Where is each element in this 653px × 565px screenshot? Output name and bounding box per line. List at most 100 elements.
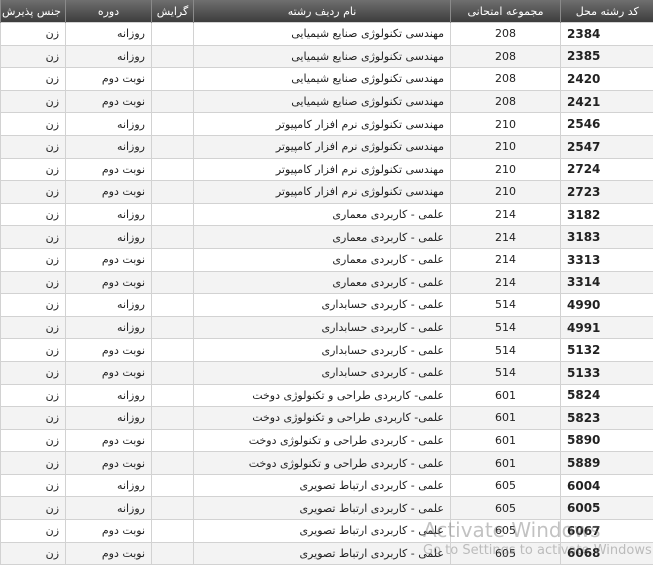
cell-field-name: مهندسی تکنولوژی صنایع شیمیایی [193, 22, 451, 46]
cell-code: 4991 [560, 315, 653, 340]
cell-gender: زن [0, 315, 66, 340]
table-row[interactable]: 3313 214 علمی - کاربردی معماری نوبت دوم زن [0, 247, 653, 272]
cell-shift: نوبت دوم [65, 180, 152, 204]
cell-field-name: علمی - کاربردی معماری [193, 202, 451, 227]
cell-code: 2420 [560, 67, 653, 91]
cell-gender: زن [0, 360, 66, 385]
cell-gender: زن [0, 247, 66, 272]
header-exam-group[interactable]: مجموعه امتحانی [450, 0, 561, 23]
table-row[interactable]: 2421 208 مهندسی تکنولوژی صنایع شیمیایی نوبت… [0, 89, 653, 114]
cell-shift: روزانه [65, 315, 152, 340]
cell-code: 5823 [560, 406, 653, 430]
cell-field-name: مهندسی تکنولوژی نرم افزار کامپیوتر [193, 112, 451, 136]
cell-track [151, 383, 194, 408]
cell-exam-group: 210 [450, 157, 561, 182]
cell-exam-group: 601 [450, 406, 561, 430]
cell-track [151, 134, 194, 159]
cell-field-name: علمی - کاربردی طراحی و تکنولوژی دوخت [193, 451, 451, 475]
table-row[interactable]: 2724 210 مهندسی تکنولوژی نرم افزار کامپیوت… [0, 157, 653, 182]
cell-gender: زن [0, 202, 66, 227]
cell-exam-group: 208 [450, 22, 561, 46]
cell-exam-group: 514 [450, 338, 561, 362]
table-row[interactable]: 5824 601 علمی- کاربردی طراحی و تکنولوژی دو… [0, 383, 653, 408]
header-field-name[interactable]: نام ردیف رشته [193, 0, 451, 23]
table-row[interactable]: 2547 210 مهندسی تکنولوژی نرم افزار کامپیوت… [0, 134, 653, 159]
table-row[interactable]: 6067 605 علمی - کاربردی ارتباط تصویری نوبت … [0, 519, 653, 543]
table-row[interactable]: 4990 514 علمی - کاربردی حسابداری روزانه زن [0, 293, 653, 317]
cell-gender: زن [0, 270, 66, 295]
table-row[interactable]: 5823 601 علمی- کاربردی طراحی و تکنولوژی دو… [0, 406, 653, 430]
cell-code: 2384 [560, 22, 653, 46]
cell-code: 5824 [560, 383, 653, 408]
cell-gender: زن [0, 89, 66, 114]
header-gender[interactable]: جنس پذیرش [0, 0, 66, 23]
cell-gender: زن [0, 44, 66, 69]
cell-code: 3182 [560, 202, 653, 227]
header-shift[interactable]: دوره [65, 0, 152, 23]
table-row[interactable]: 2420 208 مهندسی تکنولوژی صنایع شیمیایی نوبت… [0, 67, 653, 91]
cell-gender: زن [0, 134, 66, 159]
cell-shift: نوبت دوم [65, 67, 152, 91]
table-row[interactable]: 5132 514 علمی - کاربردی حسابداری نوبت دوم زن [0, 338, 653, 362]
table-row[interactable]: 2384 208 مهندسی تکنولوژی صنایع شیمیایی روزا… [0, 22, 653, 46]
cell-gender: زن [0, 519, 66, 543]
cell-shift: روزانه [65, 134, 152, 159]
cell-code: 2723 [560, 180, 653, 204]
cell-field-name: علمی - کاربردی معماری [193, 270, 451, 295]
cell-shift: نوبت دوم [65, 541, 152, 565]
cell-track [151, 247, 194, 272]
cell-gender: زن [0, 67, 66, 91]
table-row[interactable]: 3183 214 علمی - کاربردی معماری روزانه زن [0, 225, 653, 249]
cell-gender: زن [0, 293, 66, 317]
cell-field-name: مهندسی تکنولوژی نرم افزار کامپیوتر [193, 180, 451, 204]
table-row[interactable]: 4991 514 علمی - کاربردی حسابداری روزانه زن [0, 315, 653, 340]
table-row[interactable]: 2546 210 مهندسی تکنولوژی نرم افزار کامپیوت… [0, 112, 653, 136]
cell-gender: زن [0, 225, 66, 249]
cell-code: 5132 [560, 338, 653, 362]
cell-shift: روزانه [65, 383, 152, 408]
table-row[interactable]: 5133 514 علمی - کاربردی حسابداری نوبت دوم زن [0, 360, 653, 385]
cell-track [151, 202, 194, 227]
table-header-row: کد رشته محل مجموعه امتحانی نام ردیف رشته… [0, 0, 653, 23]
cell-shift: نوبت دوم [65, 270, 152, 295]
cell-exam-group: 514 [450, 360, 561, 385]
cell-code: 5890 [560, 428, 653, 453]
cell-code: 2724 [560, 157, 653, 182]
cell-shift: نوبت دوم [65, 247, 152, 272]
table-row[interactable]: 3182 214 علمی - کاربردی معماری روزانه زن [0, 202, 653, 227]
table-row[interactable]: 6004 605 علمی - کاربردی ارتباط تصویری روزان… [0, 473, 653, 498]
table-row[interactable]: 6005 605 علمی - کاربردی ارتباط تصویری روزان… [0, 496, 653, 521]
table-row[interactable]: 3314 214 علمی - کاربردی معماری نوبت دوم زن [0, 270, 653, 295]
header-track[interactable]: گرایش [151, 0, 194, 23]
cell-code: 6005 [560, 496, 653, 521]
cell-track [151, 338, 194, 362]
table-row[interactable]: 2385 208 مهندسی تکنولوژی صنایع شیمیایی روزا… [0, 44, 653, 69]
cell-exam-group: 605 [450, 519, 561, 543]
header-code[interactable]: کد رشته محل [560, 0, 653, 23]
cell-gender: زن [0, 428, 66, 453]
table-row[interactable]: 5889 601 علمی - کاربردی طراحی و تکنولوژی د… [0, 451, 653, 475]
cell-exam-group: 214 [450, 202, 561, 227]
cell-track [151, 428, 194, 453]
cell-gender: زن [0, 157, 66, 182]
table-row[interactable]: 5890 601 علمی - کاربردی طراحی و تکنولوژی د… [0, 428, 653, 453]
cell-shift: روزانه [65, 406, 152, 430]
cell-shift: روزانه [65, 202, 152, 227]
table-row[interactable]: 6068 605 علمی - کاربردی ارتباط تصویری نوبت … [0, 541, 653, 565]
table-row[interactable]: 2723 210 مهندسی تکنولوژی نرم افزار کامپیوت… [0, 180, 653, 204]
cell-shift: روزانه [65, 225, 152, 249]
cell-field-name: علمی - کاربردی حسابداری [193, 338, 451, 362]
cell-track [151, 293, 194, 317]
cell-field-name: علمی - کاربردی ارتباط تصویری [193, 519, 451, 543]
cell-exam-group: 514 [450, 315, 561, 340]
cell-code: 2547 [560, 134, 653, 159]
cell-shift: روزانه [65, 112, 152, 136]
cell-code: 2421 [560, 89, 653, 114]
cell-track [151, 180, 194, 204]
cell-field-name: علمی - کاربردی معماری [193, 225, 451, 249]
cell-shift: نوبت دوم [65, 338, 152, 362]
cell-track [151, 451, 194, 475]
cell-track [151, 473, 194, 498]
cell-code: 3314 [560, 270, 653, 295]
cell-track [151, 406, 194, 430]
